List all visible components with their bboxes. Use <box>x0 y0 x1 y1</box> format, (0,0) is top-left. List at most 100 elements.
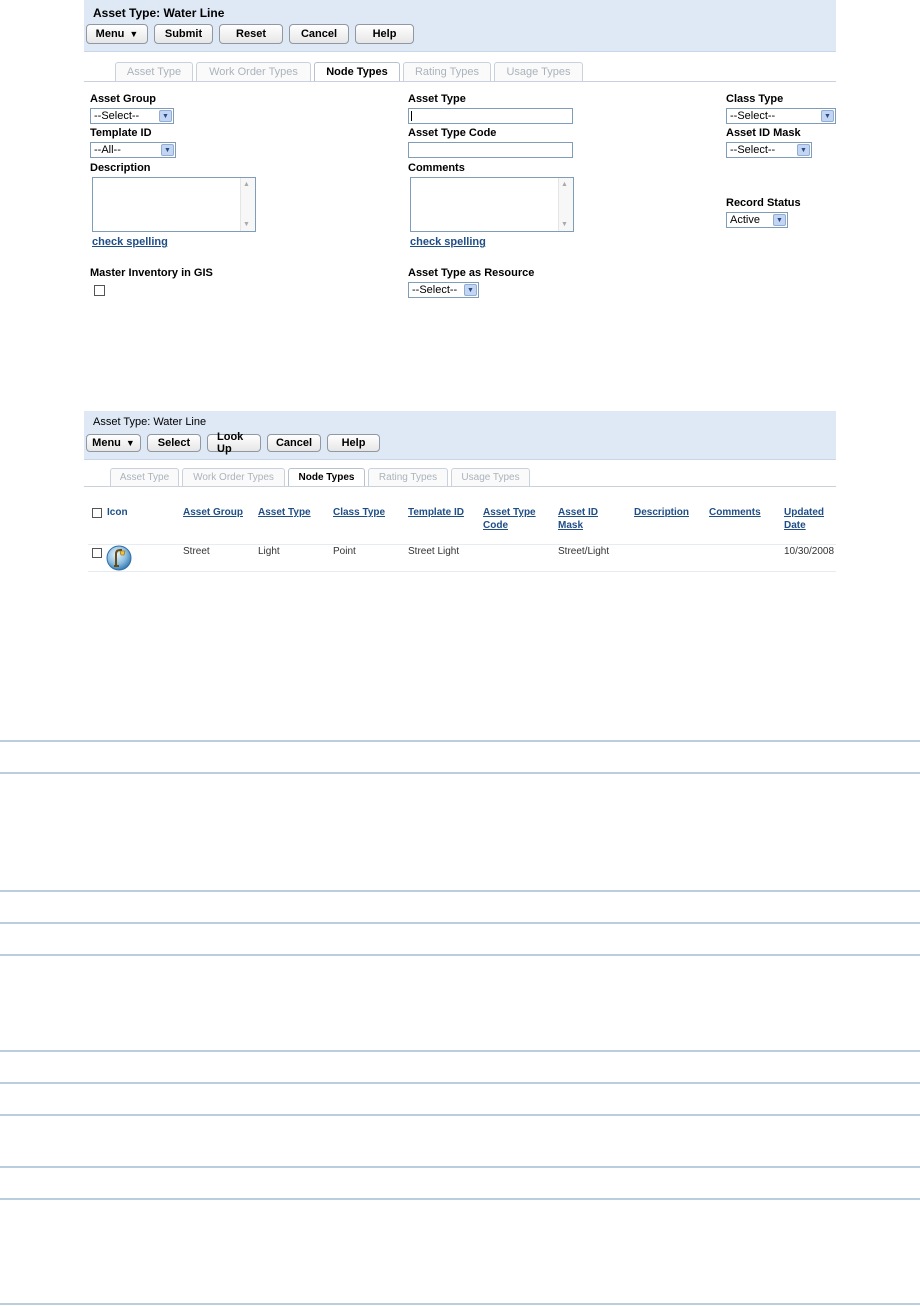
column-header-asset-type[interactable]: Asset Type <box>258 506 311 519</box>
form-toolbar: Menu ▼ Submit Reset Cancel Help <box>84 22 836 44</box>
tab-usage-types[interactable]: Usage Types <box>451 468 530 486</box>
menu-button[interactable]: Menu ▼ <box>86 434 141 452</box>
class-type-select[interactable]: --Select-- ▼ <box>726 108 836 124</box>
dropdown-arrow-icon: ▼ <box>161 144 174 156</box>
cell-asset-group: Street <box>183 546 210 557</box>
form-title: Asset Type: Water Line <box>93 6 225 20</box>
cancel-button[interactable]: Cancel <box>267 434 321 452</box>
header-divider <box>88 544 836 545</box>
menu-caret-icon: ▼ <box>129 29 139 39</box>
asset-id-mask-select[interactable]: --Select-- ▼ <box>726 142 812 158</box>
streetlight-icon <box>106 545 132 571</box>
asset-type-label: Asset Type <box>408 93 466 105</box>
cell-updated-date: 10/30/2008 <box>784 546 835 557</box>
table-rule <box>0 954 920 956</box>
table-rule <box>0 772 920 774</box>
list-header: Asset Type: Water Line Menu ▼ Select Look… <box>84 411 836 460</box>
menu-caret-icon: ▼ <box>125 438 135 448</box>
tab-work-order-types[interactable]: Work Order Types <box>182 468 285 486</box>
column-header-asset-type-code[interactable]: Asset Type Code <box>483 506 545 532</box>
text-cursor <box>411 111 412 121</box>
class-type-label: Class Type <box>726 93 784 105</box>
template-id-select[interactable]: --All-- ▼ <box>90 142 176 158</box>
cell-class-type: Point <box>333 546 356 557</box>
asset-id-mask-value: --Select-- <box>730 144 776 156</box>
record-status-value: Active <box>730 214 760 226</box>
table-rule <box>0 1114 920 1116</box>
check-spelling-link-description[interactable]: check spelling <box>92 236 168 248</box>
cell-asset-type: Light <box>258 546 280 557</box>
dropdown-arrow-icon: ▼ <box>797 144 810 156</box>
asset-type-resource-select[interactable]: --Select-- ▼ <box>408 282 479 298</box>
tab-asset-type[interactable]: Asset Type <box>110 468 179 486</box>
submit-button[interactable]: Submit <box>154 24 213 44</box>
table-rule <box>0 922 920 924</box>
table-rule <box>0 1166 920 1168</box>
column-header-updated-date[interactable]: Updated Date <box>784 506 834 532</box>
column-header-asset-id-mask[interactable]: Asset ID Mask <box>558 506 613 532</box>
master-inventory-checkbox[interactable] <box>94 285 105 296</box>
scrollbar[interactable]: ▲ ▼ <box>558 178 573 231</box>
form-tabs: Asset Type Work Order Types Node Types R… <box>115 62 583 81</box>
tab-baseline <box>84 81 836 82</box>
tab-rating-types[interactable]: Rating Types <box>403 62 491 81</box>
tab-work-order-types[interactable]: Work Order Types <box>196 62 311 81</box>
template-id-value: --All-- <box>94 144 121 156</box>
lookup-button[interactable]: Look Up <box>207 431 261 455</box>
column-header-icon: Icon <box>107 507 128 518</box>
cell-asset-id-mask: Street/Light <box>558 546 610 557</box>
class-type-value: --Select-- <box>730 110 776 122</box>
menu-button[interactable]: Menu ▼ <box>86 24 148 44</box>
table-rule <box>0 1198 920 1200</box>
asset-group-label: Asset Group <box>90 93 157 105</box>
menu-label: Menu <box>92 437 121 449</box>
node-types-grid: Icon Asset Group Asset Type Class Type T… <box>88 498 836 572</box>
help-button[interactable]: Help <box>355 24 414 44</box>
select-all-checkbox[interactable] <box>92 508 102 518</box>
row-checkbox[interactable] <box>92 548 102 558</box>
comments-label: Comments <box>408 162 465 174</box>
list-title: Asset Type: Water Line <box>93 416 207 428</box>
tab-node-types[interactable]: Node Types <box>314 62 400 81</box>
dropdown-arrow-icon: ▼ <box>821 110 834 122</box>
asset-type-input[interactable] <box>408 108 573 124</box>
master-inventory-label: Master Inventory in GIS <box>90 267 213 279</box>
record-status-label: Record Status <box>726 197 801 209</box>
asset-group-select[interactable]: --Select-- ▼ <box>90 108 174 124</box>
comments-textarea[interactable]: ▲ ▼ <box>410 177 574 232</box>
asset-id-mask-label: Asset ID Mask <box>726 127 801 139</box>
record-status-select[interactable]: Active ▼ <box>726 212 788 228</box>
asset-type-code-label: Asset Type Code <box>408 127 497 139</box>
column-header-template-id[interactable]: Template ID <box>408 506 464 519</box>
tab-node-types[interactable]: Node Types <box>288 468 365 486</box>
dropdown-arrow-icon: ▼ <box>464 284 477 296</box>
scrollbar[interactable]: ▲ ▼ <box>240 178 255 231</box>
table-rule <box>0 1303 920 1305</box>
asset-type-resource-value: --Select-- <box>412 284 458 296</box>
help-button[interactable]: Help <box>327 434 380 452</box>
asset-group-value: --Select-- <box>94 110 140 122</box>
column-header-class-type[interactable]: Class Type <box>333 506 385 519</box>
asset-type-resource-label: Asset Type as Resource <box>408 267 535 279</box>
table-rule <box>0 890 920 892</box>
table-rule <box>0 1050 920 1052</box>
description-label: Description <box>90 162 151 174</box>
column-header-description[interactable]: Description <box>634 506 689 519</box>
asset-type-code-input[interactable] <box>408 142 573 158</box>
tab-usage-types[interactable]: Usage Types <box>494 62 583 81</box>
description-textarea[interactable]: ▲ ▼ <box>92 177 256 232</box>
column-header-asset-group[interactable]: Asset Group <box>183 506 243 519</box>
select-button[interactable]: Select <box>147 434 201 452</box>
check-spelling-link-comments[interactable]: check spelling <box>410 236 486 248</box>
tab-rating-types[interactable]: Rating Types <box>368 468 448 486</box>
list-tabs: Asset Type Work Order Types Node Types R… <box>110 468 530 486</box>
reset-button[interactable]: Reset <box>219 24 283 44</box>
column-header-comments[interactable]: Comments <box>709 506 761 519</box>
cancel-button[interactable]: Cancel <box>289 24 349 44</box>
menu-label: Menu <box>95 28 125 40</box>
dropdown-arrow-icon: ▼ <box>773 214 786 226</box>
tab-baseline <box>84 486 836 487</box>
tab-asset-type[interactable]: Asset Type <box>115 62 193 81</box>
template-id-label: Template ID <box>90 127 152 139</box>
dropdown-arrow-icon: ▼ <box>159 110 172 122</box>
